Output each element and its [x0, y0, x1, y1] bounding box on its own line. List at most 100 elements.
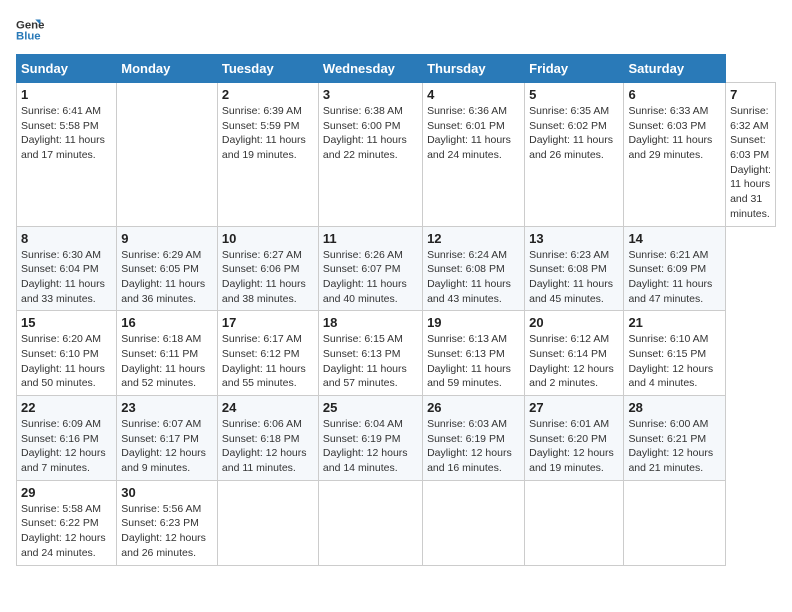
cell-text: Sunrise: 6:20 AMSunset: 6:10 PMDaylight:… — [21, 332, 112, 391]
cell-text: Sunrise: 6:24 AMSunset: 6:08 PMDaylight:… — [427, 248, 520, 307]
cell-text: Sunrise: 6:32 AMSunset: 6:03 PMDaylight:… — [730, 104, 771, 222]
calendar-week-0: 1 Sunrise: 6:41 AMSunset: 5:58 PMDayligh… — [17, 83, 776, 227]
logo: General Blue — [16, 16, 44, 44]
cell-text: Sunrise: 6:09 AMSunset: 6:16 PMDaylight:… — [21, 417, 112, 476]
svg-text:Blue: Blue — [16, 31, 41, 43]
page-header: General Blue — [16, 16, 776, 44]
calendar-body: 1 Sunrise: 6:41 AMSunset: 5:58 PMDayligh… — [17, 83, 776, 566]
calendar-cell-w2-5: 20 Sunrise: 6:12 AMSunset: 6:14 PMDaylig… — [525, 311, 624, 396]
cell-text: Sunrise: 6:33 AMSunset: 6:03 PMDaylight:… — [628, 104, 721, 163]
weekday-header-wednesday: Wednesday — [318, 55, 422, 83]
day-number: 13 — [529, 231, 619, 246]
day-number: 2 — [222, 87, 314, 102]
calendar-cell-w3-4: 26 Sunrise: 6:03 AMSunset: 6:19 PMDaylig… — [423, 396, 525, 481]
calendar-cell-w3-1: 23 Sunrise: 6:07 AMSunset: 6:17 PMDaylig… — [117, 396, 218, 481]
cell-text: Sunrise: 6:18 AMSunset: 6:11 PMDaylight:… — [121, 332, 213, 391]
day-number: 25 — [323, 400, 418, 415]
cell-text: Sunrise: 5:56 AMSunset: 6:23 PMDaylight:… — [121, 502, 213, 561]
calendar-cell-w4-3 — [318, 480, 422, 565]
calendar-cell-w2-1: 16 Sunrise: 6:18 AMSunset: 6:11 PMDaylig… — [117, 311, 218, 396]
calendar-week-2: 15 Sunrise: 6:20 AMSunset: 6:10 PMDaylig… — [17, 311, 776, 396]
cell-text: Sunrise: 6:13 AMSunset: 6:13 PMDaylight:… — [427, 332, 520, 391]
cell-text: Sunrise: 5:58 AMSunset: 6:22 PMDaylight:… — [21, 502, 112, 561]
cell-text: Sunrise: 6:06 AMSunset: 6:18 PMDaylight:… — [222, 417, 314, 476]
cell-text: Sunrise: 6:36 AMSunset: 6:01 PMDaylight:… — [427, 104, 520, 163]
calendar-week-4: 29 Sunrise: 5:58 AMSunset: 6:22 PMDaylig… — [17, 480, 776, 565]
day-number: 26 — [427, 400, 520, 415]
cell-text: Sunrise: 6:29 AMSunset: 6:05 PMDaylight:… — [121, 248, 213, 307]
weekday-header-tuesday: Tuesday — [217, 55, 318, 83]
calendar-cell-w4-6 — [624, 480, 726, 565]
cell-text: Sunrise: 6:01 AMSunset: 6:20 PMDaylight:… — [529, 417, 619, 476]
day-number: 18 — [323, 315, 418, 330]
cell-text: Sunrise: 6:38 AMSunset: 6:00 PMDaylight:… — [323, 104, 418, 163]
day-number: 24 — [222, 400, 314, 415]
day-number: 11 — [323, 231, 418, 246]
day-number: 19 — [427, 315, 520, 330]
weekday-header-monday: Monday — [117, 55, 218, 83]
weekday-header-saturday: Saturday — [624, 55, 726, 83]
cell-text: Sunrise: 6:07 AMSunset: 6:17 PMDaylight:… — [121, 417, 213, 476]
calendar-cell-w1-2: 10 Sunrise: 6:27 AMSunset: 6:06 PMDaylig… — [217, 226, 318, 311]
cell-text: Sunrise: 6:35 AMSunset: 6:02 PMDaylight:… — [529, 104, 619, 163]
cell-text: Sunrise: 6:17 AMSunset: 6:12 PMDaylight:… — [222, 332, 314, 391]
day-number: 3 — [323, 87, 418, 102]
day-number: 23 — [121, 400, 213, 415]
calendar-cell-w1-1: 9 Sunrise: 6:29 AMSunset: 6:05 PMDayligh… — [117, 226, 218, 311]
day-number: 5 — [529, 87, 619, 102]
cell-text: Sunrise: 6:15 AMSunset: 6:13 PMDaylight:… — [323, 332, 418, 391]
cell-text: Sunrise: 6:39 AMSunset: 5:59 PMDaylight:… — [222, 104, 314, 163]
cell-text: Sunrise: 6:27 AMSunset: 6:06 PMDaylight:… — [222, 248, 314, 307]
calendar-cell-w2-6: 21 Sunrise: 6:10 AMSunset: 6:15 PMDaylig… — [624, 311, 726, 396]
day-number: 9 — [121, 231, 213, 246]
day-number: 12 — [427, 231, 520, 246]
calendar-cell-week0-0 — [117, 83, 218, 227]
calendar-cell-week0-1: 2 Sunrise: 6:39 AMSunset: 5:59 PMDayligh… — [217, 83, 318, 227]
calendar-cell-w1-3: 11 Sunrise: 6:26 AMSunset: 6:07 PMDaylig… — [318, 226, 422, 311]
cell-text: Sunrise: 6:03 AMSunset: 6:19 PMDaylight:… — [427, 417, 520, 476]
calendar-cell-week0-5: 6 Sunrise: 6:33 AMSunset: 6:03 PMDayligh… — [624, 83, 726, 227]
cell-text: Sunrise: 6:00 AMSunset: 6:21 PMDaylight:… — [628, 417, 721, 476]
day-number: 17 — [222, 315, 314, 330]
calendar-header-row: SundayMondayTuesdayWednesdayThursdayFrid… — [17, 55, 776, 83]
calendar-cell-week0-3: 4 Sunrise: 6:36 AMSunset: 6:01 PMDayligh… — [423, 83, 525, 227]
calendar-cell-w4-4 — [423, 480, 525, 565]
calendar-cell-w1-0: 8 Sunrise: 6:30 AMSunset: 6:04 PMDayligh… — [17, 226, 117, 311]
day-number: 7 — [730, 87, 771, 102]
calendar-cell-w4-1: 30 Sunrise: 5:56 AMSunset: 6:23 PMDaylig… — [117, 480, 218, 565]
calendar-cell-w3-3: 25 Sunrise: 6:04 AMSunset: 6:19 PMDaylig… — [318, 396, 422, 481]
calendar-cell-w4-2 — [217, 480, 318, 565]
cell-text: Sunrise: 6:21 AMSunset: 6:09 PMDaylight:… — [628, 248, 721, 307]
cell-text: Sunrise: 6:12 AMSunset: 6:14 PMDaylight:… — [529, 332, 619, 391]
cell-text: Sunrise: 6:26 AMSunset: 6:07 PMDaylight:… — [323, 248, 418, 307]
calendar-cell-w2-3: 18 Sunrise: 6:15 AMSunset: 6:13 PMDaylig… — [318, 311, 422, 396]
day-number: 6 — [628, 87, 721, 102]
day-number: 4 — [427, 87, 520, 102]
day-number: 27 — [529, 400, 619, 415]
calendar-cell-w2-2: 17 Sunrise: 6:17 AMSunset: 6:12 PMDaylig… — [217, 311, 318, 396]
cell-text: Sunrise: 6:23 AMSunset: 6:08 PMDaylight:… — [529, 248, 619, 307]
calendar-cell-week0-2: 3 Sunrise: 6:38 AMSunset: 6:00 PMDayligh… — [318, 83, 422, 227]
day-number: 14 — [628, 231, 721, 246]
day-number: 1 — [21, 87, 112, 102]
logo-icon: General Blue — [16, 16, 44, 44]
calendar-cell-w2-4: 19 Sunrise: 6:13 AMSunset: 6:13 PMDaylig… — [423, 311, 525, 396]
day-number: 22 — [21, 400, 112, 415]
cell-text: Sunrise: 6:30 AMSunset: 6:04 PMDaylight:… — [21, 248, 112, 307]
calendar-table: SundayMondayTuesdayWednesdayThursdayFrid… — [16, 54, 776, 566]
calendar-cell-w1-6: 14 Sunrise: 6:21 AMSunset: 6:09 PMDaylig… — [624, 226, 726, 311]
day-number: 21 — [628, 315, 721, 330]
calendar-cell-w3-0: 22 Sunrise: 6:09 AMSunset: 6:16 PMDaylig… — [17, 396, 117, 481]
weekday-header-friday: Friday — [525, 55, 624, 83]
day-number: 29 — [21, 485, 112, 500]
cell-text: Sunrise: 6:41 AMSunset: 5:58 PMDaylight:… — [21, 104, 112, 163]
calendar-cell-w1-4: 12 Sunrise: 6:24 AMSunset: 6:08 PMDaylig… — [423, 226, 525, 311]
calendar-week-1: 8 Sunrise: 6:30 AMSunset: 6:04 PMDayligh… — [17, 226, 776, 311]
calendar-week-3: 22 Sunrise: 6:09 AMSunset: 6:16 PMDaylig… — [17, 396, 776, 481]
calendar-cell-w3-2: 24 Sunrise: 6:06 AMSunset: 6:18 PMDaylig… — [217, 396, 318, 481]
calendar-cell-week0-4: 5 Sunrise: 6:35 AMSunset: 6:02 PMDayligh… — [525, 83, 624, 227]
weekday-header-thursday: Thursday — [423, 55, 525, 83]
calendar-cell-w4-5 — [525, 480, 624, 565]
day-number: 16 — [121, 315, 213, 330]
day-number: 30 — [121, 485, 213, 500]
